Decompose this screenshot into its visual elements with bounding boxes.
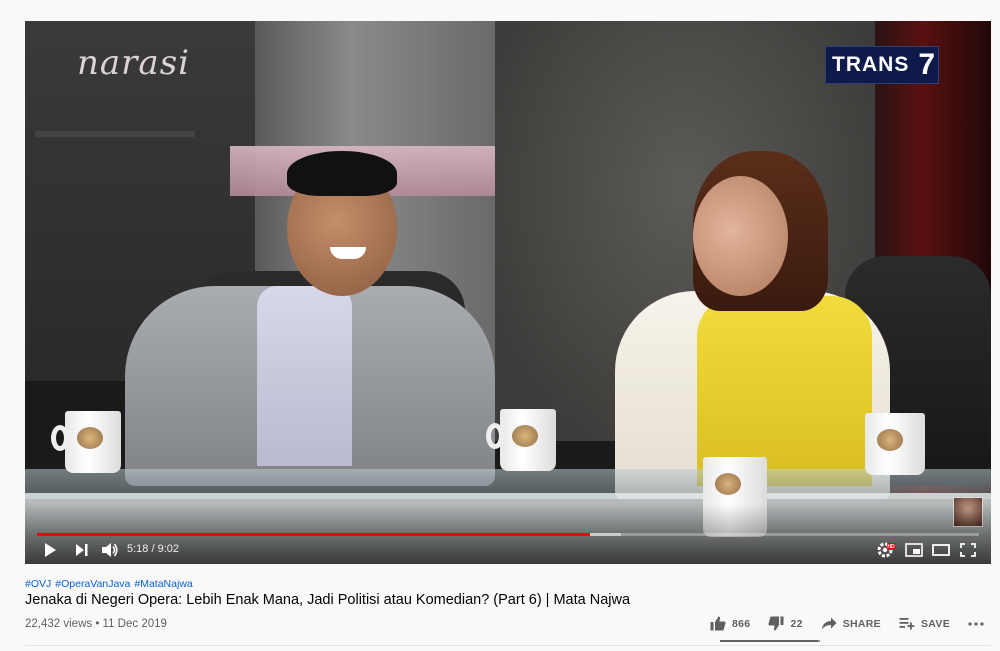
mug-left (51, 411, 121, 473)
miniplayer-button[interactable] (905, 541, 923, 559)
fullscreen-icon (960, 543, 976, 557)
play-button[interactable] (43, 541, 57, 559)
volume-button[interactable] (101, 541, 119, 559)
settings-button[interactable]: HD (877, 541, 895, 559)
mug-center (486, 409, 556, 471)
like-count: 866 (732, 617, 751, 630)
theater-icon (932, 544, 950, 556)
theater-button[interactable] (932, 541, 950, 559)
video-player[interactable]: narasi TRANS 7 5:18 / 9:02 HD (25, 21, 991, 564)
miniplayer-icon (905, 543, 923, 557)
fullscreen-button[interactable] (960, 541, 976, 559)
narasi-watermark: narasi (77, 43, 191, 83)
share-label: SHARE (842, 617, 881, 630)
video-title: Jenaka di Negeri Opera: Lebih Enak Mana,… (25, 592, 631, 608)
progress-bar[interactable] (37, 533, 979, 536)
dislike-count: 22 (790, 617, 803, 630)
share-button[interactable]: SHARE (821, 617, 881, 630)
dislike-button[interactable]: 22 (768, 616, 802, 631)
mug-right (865, 413, 925, 475)
share-icon (821, 617, 837, 630)
trans7-logo: TRANS 7 (825, 46, 939, 84)
divider (25, 645, 991, 646)
mug-logo-icon (877, 429, 903, 451)
video-frame: narasi TRANS 7 (25, 21, 991, 564)
mug-logo-icon (77, 427, 103, 449)
thumbs-up-icon (710, 616, 726, 631)
channel-logo-number: 7 (915, 49, 938, 81)
mug-logo-icon (512, 425, 538, 447)
progress-played (37, 533, 590, 536)
time-display: 5:18 / 9:02 (127, 543, 179, 555)
mug-logo-icon (715, 473, 741, 495)
hd-badge: HD (887, 544, 895, 550)
next-button[interactable] (75, 541, 89, 559)
volume-icon (102, 543, 118, 557)
view-count-date: 22,432 views • 11 Dec 2019 (25, 618, 167, 630)
save-button[interactable]: SAVE (899, 617, 950, 630)
thumbs-down-icon (768, 616, 784, 631)
settings-icon: HD (877, 542, 895, 558)
next-icon (76, 544, 88, 556)
play-icon (45, 543, 56, 557)
hashtag-link[interactable]: #MataNajwa (134, 578, 192, 590)
hashtag-link[interactable]: #OperaVanJava (55, 578, 130, 590)
save-label: SAVE (920, 617, 950, 630)
channel-logo-text: TRANS (832, 53, 910, 76)
watch-page: narasi TRANS 7 5:18 / 9:02 HD #OVJ #Oper… (0, 0, 1000, 651)
more-actions-button[interactable] (968, 621, 984, 626)
sentiment-bar-likes (720, 640, 818, 642)
more-icon (968, 621, 984, 626)
hashtags: #OVJ #OperaVanJava #MataNajwa (25, 578, 197, 590)
hashtag-link[interactable]: #OVJ (25, 578, 51, 590)
video-actions: 866 22 SHARE SAVE (692, 616, 984, 631)
sentiment-bar (720, 640, 820, 642)
like-button[interactable]: 866 (710, 616, 750, 631)
playlist-add-icon (899, 618, 915, 630)
